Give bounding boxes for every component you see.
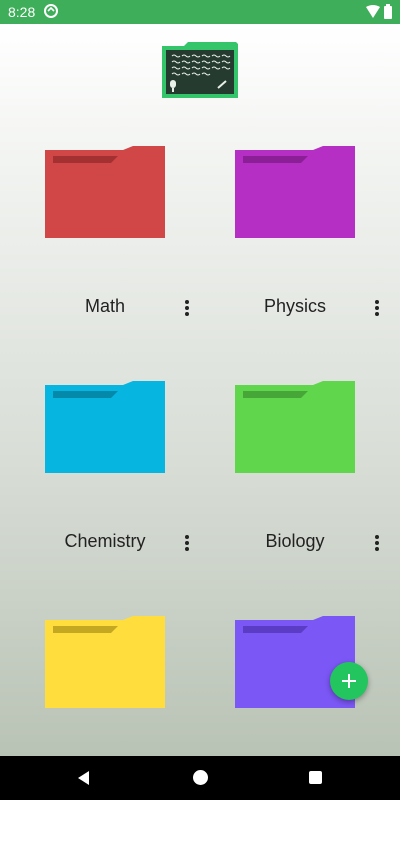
add-folder-button[interactable] bbox=[330, 662, 368, 700]
folder-card-math[interactable]: Math bbox=[0, 146, 190, 381]
status-bar: 8:28 bbox=[0, 0, 400, 24]
folder-icon bbox=[45, 616, 165, 708]
chalkboard-folder-icon bbox=[162, 42, 238, 98]
folder-icon bbox=[235, 146, 355, 238]
folder-card-purple[interactable] bbox=[190, 616, 380, 851]
folder-card-physics[interactable]: Physics bbox=[190, 146, 380, 381]
recents-icon[interactable] bbox=[309, 771, 322, 784]
folder-icon bbox=[45, 381, 165, 473]
navigation-bar bbox=[0, 756, 400, 800]
folder-icon bbox=[235, 381, 355, 473]
more-options-icon[interactable] bbox=[365, 531, 389, 555]
more-options-icon[interactable] bbox=[365, 296, 389, 320]
folder-grid: Math Physics Chemistry Biology bbox=[0, 24, 400, 756]
wifi-icon bbox=[366, 5, 380, 18]
folder-card-biology[interactable]: Biology bbox=[190, 381, 380, 616]
status-time: 8:28 bbox=[8, 4, 36, 20]
battery-icon bbox=[384, 4, 392, 19]
home-icon[interactable] bbox=[193, 770, 208, 785]
folder-card-chemistry[interactable]: Chemistry bbox=[0, 381, 190, 616]
folder-card-yellow[interactable] bbox=[0, 616, 190, 851]
sync-icon bbox=[44, 4, 58, 18]
folder-icon bbox=[45, 146, 165, 238]
back-icon[interactable] bbox=[76, 770, 92, 786]
